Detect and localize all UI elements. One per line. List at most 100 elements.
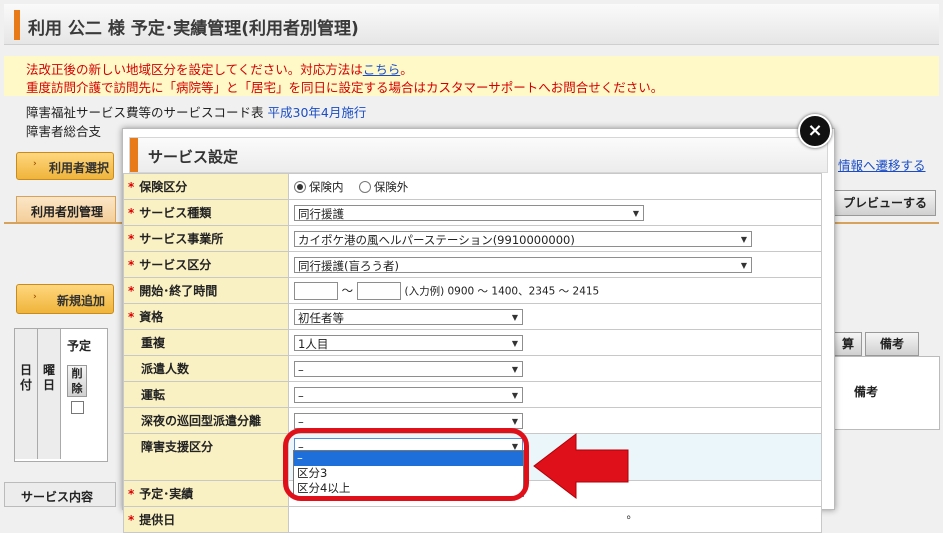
header-accent-bar: [14, 10, 20, 40]
label-plan-result: * 予定･実績: [123, 480, 289, 507]
preview-button[interactable]: プレビューする: [834, 190, 936, 216]
chevron-right-icon: ›: [33, 292, 37, 302]
notice-banner: 法改正後の新しい地域区分を設定してください。対応方法はこちら。 重度訪問介護で訪…: [4, 56, 939, 96]
required-mark: *: [128, 206, 135, 220]
trailing-dot: 。: [626, 507, 638, 521]
time-example: (入力例) 0900 〜 1400、2345 〜 2415: [404, 285, 600, 297]
insurance-radio-group: 保険内 保険外: [288, 173, 822, 200]
close-icon[interactable]: ×: [798, 114, 832, 148]
radio-insurance-out[interactable]: [358, 181, 371, 193]
calc-header: 算: [834, 332, 862, 356]
office-select[interactable]: カイポケ港の風ヘルパーステーション(9910000000) ▼: [294, 230, 752, 247]
user-select-label: 利用者選択: [49, 161, 110, 175]
dispatch-select[interactable]: – ▼: [294, 360, 523, 377]
radio-insurance-in-label: 保険内: [309, 179, 344, 194]
required-mark: *: [128, 180, 135, 194]
radio-insurance-in[interactable]: [294, 181, 306, 193]
required-mark: *: [128, 284, 135, 298]
night-patrol-select[interactable]: – ▼: [294, 412, 523, 429]
row-duplicate: 重複 1人目 ▼: [123, 329, 822, 356]
required-mark: *: [128, 513, 135, 527]
row-driving: 運転 – ▼: [123, 381, 822, 408]
date-header-label: 日付: [20, 363, 33, 392]
end-time-input[interactable]: [356, 281, 401, 300]
service-category-select[interactable]: 同行援護(盲ろう者) ▼: [294, 256, 752, 273]
notice-line-1: 法改正後の新しい地域区分を設定してください。対応方法はこちら。: [26, 59, 413, 78]
plan-header: 予定: [67, 339, 92, 353]
driving-select[interactable]: – ▼: [294, 386, 523, 403]
provision-date-field[interactable]: [288, 506, 822, 533]
dropdown-arrow-icon: ▼: [632, 208, 639, 218]
service-code-line: 障害福祉サービス費等のサービスコード表 平成30年4月施行: [26, 102, 366, 121]
notice-text: 法改正後の新しい地域区分を設定してください。対応方法は: [26, 62, 363, 77]
tab-user-management-label: 利用者別管理: [31, 205, 104, 219]
user-select-button[interactable]: › 利用者選択: [16, 152, 114, 180]
dropdown-arrow-icon: ▼: [740, 260, 747, 270]
label-insurance: * 保険区分: [123, 173, 289, 200]
annotation-highlight-oval: [283, 428, 529, 501]
service-content-header: サービス内容: [4, 482, 116, 507]
service-line-2: 障害者総合支: [26, 124, 102, 139]
label-qualification: * 資格: [123, 303, 289, 330]
label-duplicate: 重複: [123, 329, 289, 356]
notice-end: 。: [400, 62, 413, 77]
row-time: * 開始･終了時間 〜 (入力例) 0900 〜 1400、2345 〜 2415: [123, 277, 822, 304]
label-dispatch: 派遣人数: [123, 355, 289, 382]
title-accent-bar: [130, 138, 138, 172]
dropdown-arrow-icon: ▼: [740, 234, 747, 244]
dropdown-arrow-icon: ▼: [511, 390, 518, 400]
weekday-header-label: 曜日: [43, 363, 56, 392]
label-disability-class: 障害支援区分: [123, 433, 289, 481]
label-driving: 運転: [123, 381, 289, 408]
page-header: 利用 公二 様 予定･実績管理(利用者別管理): [4, 4, 939, 45]
row-insurance: * 保険区分 保険内 保険外: [123, 173, 822, 200]
row-dispatch: 派遣人数 – ▼: [123, 355, 822, 382]
service-content-label: サービス内容: [21, 490, 94, 504]
required-mark: *: [128, 232, 135, 246]
label-office: * サービス事業所: [123, 225, 289, 252]
start-time-input[interactable]: [294, 281, 338, 300]
service-code-text: 障害福祉サービス費等のサービスコード表: [26, 105, 264, 120]
duplicate-select[interactable]: 1人目 ▼: [294, 334, 523, 351]
service-code-link[interactable]: 平成30年4月施行: [268, 105, 367, 120]
date-header: 日付: [15, 329, 38, 459]
time-separator: 〜: [341, 283, 354, 297]
row-service-category: * サービス区分 同行援護(盲ろう者) ▼: [123, 251, 822, 278]
service-type-select[interactable]: 同行援護 ▼: [294, 204, 644, 221]
radio-insurance-out-label: 保険外: [373, 179, 409, 194]
modal-title-bar: サービス設定: [129, 137, 828, 173]
qualification-select[interactable]: 初任者等 ▼: [294, 308, 523, 325]
label-provision-date: * 提供日: [123, 506, 289, 533]
page-title: 利用 公二 様 予定･実績管理(利用者別管理): [28, 19, 359, 39]
notice-line-2: 重度訪問介護で訪問先に「病院等」と「居宅」を同日に設定する場合はカスタマーサポー…: [26, 80, 664, 95]
new-add-button[interactable]: › 新規追加: [16, 284, 114, 314]
remarks-column-label: 備考: [854, 385, 879, 399]
dropdown-arrow-icon: ▼: [511, 312, 518, 322]
annotation-arrow-icon: [533, 432, 629, 500]
remarks-column: 備考: [834, 356, 940, 430]
label-service-category: * サービス区分: [123, 251, 289, 278]
schedule-table: 日付 曜日 予定 削除: [14, 328, 108, 462]
row-office: * サービス事業所 カイポケ港の風ヘルパーステーション(9910000000) ▼: [123, 225, 822, 252]
modal-title: サービス設定: [148, 148, 239, 166]
new-add-label: 新規追加: [57, 294, 106, 308]
notice-link[interactable]: こちら: [363, 62, 401, 77]
required-mark: *: [128, 487, 135, 501]
weekday-header: 曜日: [38, 329, 61, 459]
label-time: * 開始･終了時間: [123, 277, 289, 304]
required-mark: *: [128, 310, 135, 324]
label-service-type: * サービス種類: [123, 199, 289, 226]
required-mark: *: [128, 258, 135, 272]
info-link[interactable]: 情報へ遷移する: [838, 155, 926, 174]
row-provision-date: * 提供日: [123, 506, 822, 533]
tab-user-management[interactable]: 利用者別管理: [16, 196, 116, 223]
label-night-patrol: 深夜の巡回型派遣分離: [123, 407, 289, 434]
row-service-type: * サービス種類 同行援護 ▼: [123, 199, 822, 226]
delete-button[interactable]: 削除: [67, 365, 87, 397]
chevron-right-icon: ›: [33, 159, 37, 169]
dropdown-arrow-icon: ▼: [511, 364, 518, 374]
dropdown-arrow-icon: ▼: [511, 338, 518, 348]
row-qualification: * 資格 初任者等 ▼: [123, 303, 822, 330]
remarks-header: 備考: [865, 332, 919, 356]
delete-checkbox[interactable]: [71, 401, 84, 414]
